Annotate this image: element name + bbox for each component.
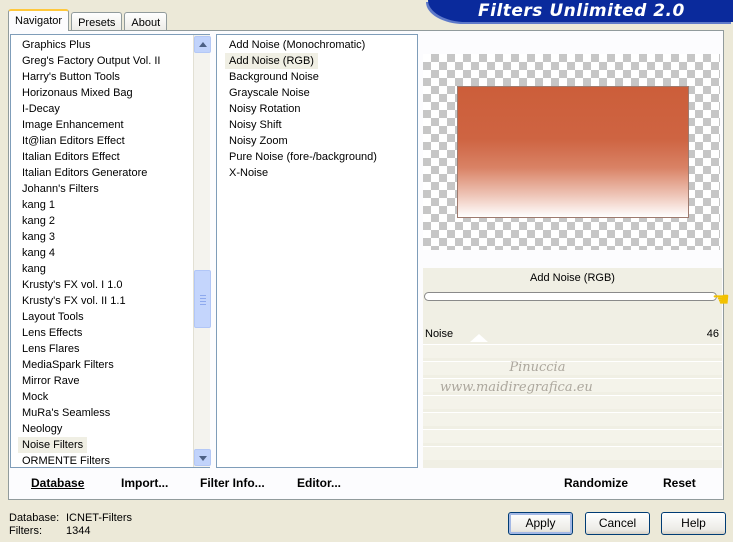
filter-item[interactable]: X-Noise — [217, 165, 417, 181]
filter-item[interactable]: Noisy Rotation — [217, 101, 417, 117]
filter-item-selected[interactable]: Add Noise (RGB) — [225, 53, 318, 69]
tab-navigator[interactable]: Navigator — [8, 9, 70, 31]
filter-item[interactable]: Noisy Zoom — [217, 133, 417, 149]
database-button[interactable]: Database — [31, 476, 84, 490]
database-info: Database: ICNET-Filters — [9, 512, 132, 524]
param-name: Noise — [425, 328, 454, 340]
tab-presets[interactable]: Presets — [71, 12, 123, 31]
reset-button[interactable]: Reset — [663, 476, 696, 490]
param-row-empty — [423, 429, 722, 443]
category-item[interactable]: kang 2 — [11, 213, 210, 229]
category-item[interactable]: MediaSpark Filters — [11, 357, 210, 373]
param-row-empty — [423, 412, 722, 426]
randomize-button[interactable]: Randomize — [564, 476, 628, 490]
category-item[interactable]: It@lian Editors Effect — [11, 133, 210, 149]
filters-label: Filters: — [9, 525, 42, 537]
param-row-empty — [423, 344, 722, 358]
category-item[interactable]: Krusty's FX vol. I 1.0 — [11, 277, 210, 293]
param-row-noise[interactable]: Noise 46 — [423, 326, 722, 342]
category-item-selected[interactable]: Noise Filters — [18, 437, 88, 453]
filters-info: Filters: 1344 — [9, 525, 90, 537]
filter-item[interactable]: Pure Noise (fore-/background) — [217, 149, 417, 165]
category-item[interactable]: Lens Effects — [11, 325, 210, 341]
tab-strip: Navigator Presets About — [8, 9, 169, 31]
category-item[interactable]: Layout Tools — [11, 309, 210, 325]
import-button[interactable]: Import... — [121, 476, 168, 490]
editor-button[interactable]: Editor... — [297, 476, 341, 490]
help-button[interactable]: Help — [661, 512, 726, 535]
category-item[interactable]: kang — [11, 261, 210, 277]
param-value: 46 — [706, 328, 719, 340]
filter-info-button[interactable]: Filter Info... — [200, 476, 265, 490]
scroll-up-button[interactable] — [194, 36, 211, 53]
filter-list[interactable]: Add Noise (Monochromatic) Add Noise (RGB… — [216, 34, 418, 468]
category-item[interactable]: Johann's Filters — [11, 181, 210, 197]
category-item[interactable]: I-Decay — [11, 101, 210, 117]
database-value: ICNET-Filters — [66, 512, 132, 524]
category-item[interactable]: Mirror Rave — [11, 373, 210, 389]
filter-title: Add Noise (RGB) — [530, 272, 615, 284]
category-item[interactable]: Horizonaus Mixed Bag — [11, 85, 210, 101]
category-item[interactable]: Italian Editors Generatore — [11, 165, 210, 181]
category-item[interactable]: Italian Editors Effect — [11, 149, 210, 165]
filters-count: 1344 — [66, 525, 91, 537]
category-item[interactable]: Greg's Factory Output Vol. II — [11, 53, 210, 69]
filter-item[interactable]: Grayscale Noise — [217, 85, 417, 101]
category-item[interactable]: Harry's Button Tools — [11, 69, 210, 85]
category-item[interactable]: kang 3 — [11, 229, 210, 245]
scroll-thumb[interactable] — [194, 270, 211, 328]
category-item[interactable]: Neology — [11, 421, 210, 437]
scroll-down-button[interactable] — [194, 449, 211, 466]
apply-button[interactable]: Apply — [508, 512, 573, 535]
tab-about[interactable]: About — [124, 12, 168, 31]
category-item[interactable]: Graphics Plus — [11, 37, 210, 53]
filter-item[interactable]: Background Noise — [217, 69, 417, 85]
filter-item[interactable]: Noisy Shift — [217, 117, 417, 133]
slider-hand-icon[interactable]: ☚ — [712, 290, 730, 310]
category-item[interactable]: ORMENTE Filters — [11, 453, 210, 467]
watermark: Pinuccia www.maidiregrafica.eu — [440, 360, 593, 395]
param-position-marker — [470, 334, 488, 342]
category-scrollbar[interactable] — [193, 35, 211, 467]
category-item[interactable]: Lens Flares — [11, 341, 210, 357]
database-label: Database: — [9, 512, 60, 524]
app-title: Filters Unlimited 2.0 — [478, 1, 685, 21]
param-row-empty — [423, 446, 722, 460]
category-item[interactable]: kang 1 — [11, 197, 210, 213]
filter-item[interactable]: Add Noise (Monochromatic) — [217, 37, 417, 53]
category-item[interactable]: Mock — [11, 389, 210, 405]
category-item[interactable]: Krusty's FX vol. II 1.1 — [11, 293, 210, 309]
cancel-button[interactable]: Cancel — [585, 512, 650, 535]
category-list[interactable]: Graphics Plus Greg's Factory Output Vol.… — [10, 34, 210, 468]
parameter-slider-track[interactable] — [424, 292, 717, 301]
category-item[interactable]: MuRa's Seamless — [11, 405, 210, 421]
category-item[interactable]: kang 4 — [11, 245, 210, 261]
category-item[interactable]: Image Enhancement — [11, 117, 210, 133]
preview-image[interactable] — [457, 86, 689, 218]
